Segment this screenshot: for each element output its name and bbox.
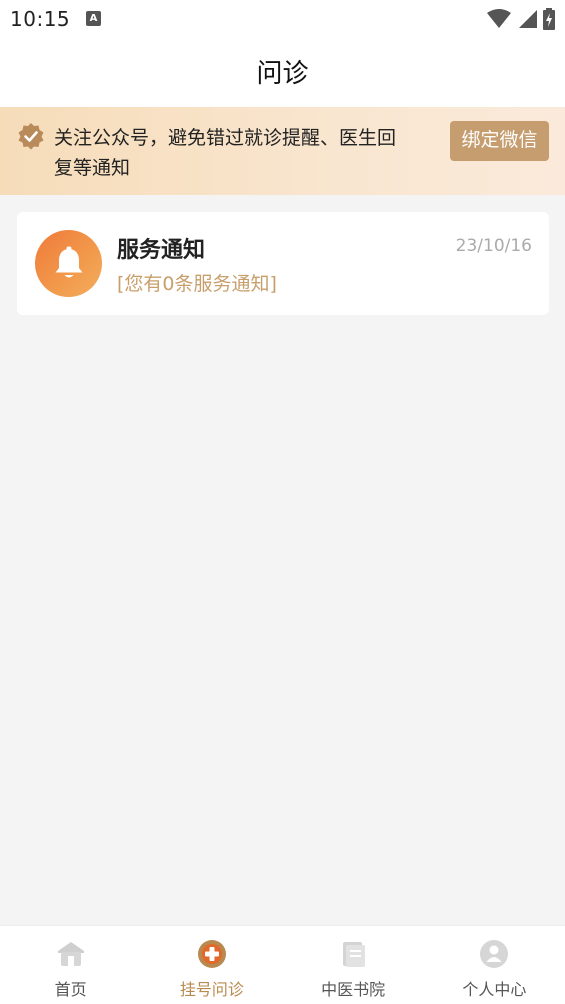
bottom-tab-bar: 首页 挂号问诊 中医书院 个人中心 (0, 925, 565, 1004)
tab-profile[interactable]: 个人中心 (424, 926, 565, 1004)
bell-icon (55, 246, 83, 278)
app-header: 问诊 (0, 38, 565, 107)
notice-text: 关注公众号，避免错过就诊提醒、医生回复等通知 (54, 127, 397, 179)
card-title: 服务通知 (117, 238, 206, 263)
card-date: 23/10/16 (455, 236, 532, 256)
service-notification-card[interactable]: 服务通知 23/10/16 [您有0条服务通知] (17, 212, 549, 315)
tab-label-home: 首页 (54, 980, 87, 999)
tab-home[interactable]: 首页 (0, 926, 141, 1004)
tab-academy[interactable]: 中医书院 (283, 926, 424, 1004)
status-bar: 10:15 A (0, 0, 565, 38)
page-title: 问诊 (256, 59, 309, 89)
signal-icon (519, 10, 537, 28)
battery-charging-icon (543, 8, 555, 30)
medical-cross-icon (197, 940, 226, 968)
tab-label-academy: 中医书院 (321, 980, 386, 999)
status-icons (487, 8, 555, 30)
bell-avatar (35, 230, 102, 297)
tab-label-registration: 挂号问诊 (179, 980, 244, 999)
user-icon (480, 940, 509, 968)
tab-label-profile: 个人中心 (462, 980, 527, 999)
verified-badge-icon (18, 123, 44, 150)
notification-a-icon: A (86, 11, 101, 26)
bind-wechat-button[interactable]: 绑定微信 (450, 121, 549, 161)
status-time: 10:15 (10, 7, 71, 31)
book-icon (343, 942, 366, 967)
tab-registration[interactable]: 挂号问诊 (141, 926, 282, 1004)
home-icon (57, 942, 84, 966)
card-subtitle: [您有0条服务通知] (117, 273, 277, 295)
wifi-icon (487, 9, 511, 28)
